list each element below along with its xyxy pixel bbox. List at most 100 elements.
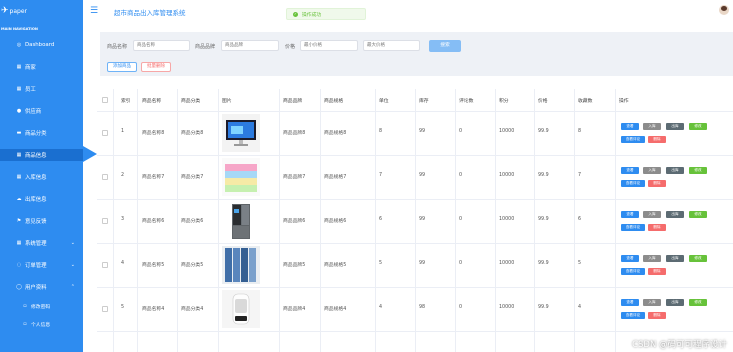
in-button[interactable]: 入库 xyxy=(643,211,661,218)
sidebar-item[interactable]: ▫ 修改密码 xyxy=(0,300,83,312)
cloud-icon: ☁ xyxy=(16,196,22,202)
in-button[interactable]: 入库 xyxy=(643,255,661,262)
sidebar-item-label: 商品分类 xyxy=(25,131,47,137)
cell-brand: 商品品牌8 xyxy=(283,131,306,136)
column-header: 商品规格 xyxy=(324,98,344,104)
cell-stock: 98 xyxy=(419,305,426,310)
view-button[interactable]: 查看 xyxy=(621,299,639,306)
cell-category: 商品分类6 xyxy=(181,219,204,224)
view-button[interactable]: 查看 xyxy=(621,255,639,262)
heater-product-image[interactable] xyxy=(222,290,260,328)
towels-product-image[interactable] xyxy=(222,158,260,196)
brand-input[interactable] xyxy=(221,40,279,51)
out-button[interactable]: 出库 xyxy=(666,255,684,262)
view-button[interactable]: 查看 xyxy=(621,123,639,130)
max-price-input[interactable] xyxy=(363,40,420,51)
cell-comments: 0 xyxy=(459,217,463,222)
cell-index: 4 xyxy=(121,261,125,266)
column-header: 操作 xyxy=(619,98,629,104)
table-row: 1 商品名称8 商品分类8 商品品牌8 商品规格8 8 99 0 10000 99.9 8 查看 入库出… xyxy=(97,112,733,156)
cell-spec: 商品规格5 xyxy=(324,263,347,268)
delete-button[interactable]: 删除 xyxy=(648,136,666,143)
sidebar-item[interactable]: ▦ 系统管理 ⌄ xyxy=(0,237,83,249)
sidebar-item-label: 用户资料 xyxy=(25,285,47,291)
edit-button[interactable]: 修改 xyxy=(689,255,707,262)
edit-button[interactable]: 修改 xyxy=(689,123,707,130)
cell-price: 99.9 xyxy=(538,261,549,266)
sidebar-item[interactable]: ☁ 出库信息 xyxy=(0,193,83,205)
cell-comments: 0 xyxy=(459,129,463,134)
row-checkbox[interactable] xyxy=(102,262,108,268)
logo[interactable]: ✈ paper xyxy=(0,0,83,22)
sidebar-item[interactable]: ◎ Dashboard xyxy=(0,39,83,51)
view-button[interactable]: 查看 xyxy=(621,211,639,218)
sidebar-item[interactable]: ⚑ 意见反馈 xyxy=(0,215,83,227)
jeans-product-image[interactable] xyxy=(222,246,260,284)
in-button[interactable]: 入库 xyxy=(643,123,661,130)
row-checkbox[interactable] xyxy=(102,306,108,312)
min-price-input[interactable] xyxy=(300,40,358,51)
search-button[interactable]: 搜索 xyxy=(429,40,461,52)
delete-button[interactable]: 删除 xyxy=(648,180,666,187)
batch-delete-button[interactable]: 批量删除 xyxy=(141,62,171,72)
row-checkbox[interactable] xyxy=(102,174,108,180)
sidebar-item[interactable]: ● 供应商 xyxy=(0,105,83,117)
sidebar-item[interactable]: ▫ 个人信息 xyxy=(0,318,83,330)
row-checkbox[interactable] xyxy=(102,130,108,136)
column-header: 商品分类 xyxy=(181,98,201,104)
cell-brand: 商品品牌4 xyxy=(283,307,306,312)
row-checkbox[interactable] xyxy=(102,218,108,224)
column-header: 积分 xyxy=(499,98,509,104)
monitor-product-image[interactable] xyxy=(222,114,260,152)
edit-button[interactable]: 修改 xyxy=(689,211,707,218)
name-input[interactable] xyxy=(133,40,190,51)
cell-spec: 商品规格4 xyxy=(324,307,347,312)
user-group-icon: ◯ xyxy=(16,284,22,290)
out-button[interactable]: 出库 xyxy=(666,167,684,174)
filter-panel xyxy=(100,32,733,76)
avatar[interactable] xyxy=(719,5,729,15)
comments-button[interactable]: 查看评论 xyxy=(621,224,645,231)
hamburger-menu-icon[interactable]: ☰ xyxy=(90,6,98,16)
sidebar-item[interactable]: ▦ 入库信息 xyxy=(0,171,83,183)
sidebar-item[interactable]: ▦ 员工 xyxy=(0,83,83,95)
cell-points: 10000 xyxy=(499,305,515,310)
add-product-button[interactable]: 添加商品 xyxy=(107,62,137,72)
comments-button[interactable]: 查看评论 xyxy=(621,180,645,187)
fridge-product-image[interactable] xyxy=(222,202,260,240)
delete-button[interactable]: 删除 xyxy=(648,224,666,231)
out-button[interactable]: 出库 xyxy=(666,299,684,306)
comments-button[interactable]: 查看评论 xyxy=(621,312,645,319)
delete-button[interactable]: 删除 xyxy=(648,268,666,275)
view-button[interactable]: 查看 xyxy=(621,167,639,174)
cell-points: 10000 xyxy=(499,173,515,178)
cell-index: 5 xyxy=(121,305,125,310)
grid-icon: ▦ xyxy=(16,152,22,158)
name-label: 商品名称 xyxy=(107,44,128,50)
sidebar-item-label: 意见反馈 xyxy=(25,219,47,225)
sidebar-item[interactable]: ◌ 订单管理 ⌄ xyxy=(0,259,83,271)
out-button[interactable]: 出库 xyxy=(666,211,684,218)
sidebar-item[interactable]: ◯ 用户资料 ⌃ xyxy=(0,281,83,293)
sidebar-item[interactable]: ▦ 商家 xyxy=(0,61,83,73)
cart-icon: ◌ xyxy=(16,262,22,268)
sidebar: ✈ paper MAIN NAVIGATION ◎ Dashboard ▦ 商家 ▦ 员工… xyxy=(0,0,83,352)
cell-price: 99.9 xyxy=(538,217,549,222)
edit-button[interactable]: 修改 xyxy=(689,299,707,306)
column-header: 收藏数 xyxy=(578,98,593,104)
user-icon: ● xyxy=(16,108,22,114)
out-button[interactable]: 出库 xyxy=(666,123,684,130)
cell-comments: 0 xyxy=(459,305,463,310)
sidebar-item[interactable]: ▦ 商品信息 xyxy=(0,149,83,161)
id-icon: ▫ xyxy=(23,321,27,327)
in-button[interactable]: 入库 xyxy=(643,299,661,306)
edit-button[interactable]: 修改 xyxy=(689,167,707,174)
sidebar-item-label: 个人信息 xyxy=(31,322,51,328)
select-all-checkbox[interactable] xyxy=(102,97,108,103)
cell-name: 商品名称6 xyxy=(142,219,165,224)
comments-button[interactable]: 查看评论 xyxy=(621,136,645,143)
sidebar-item[interactable]: ▬ 商品分类 xyxy=(0,127,83,139)
in-button[interactable]: 入库 xyxy=(643,167,661,174)
delete-button[interactable]: 删除 xyxy=(648,312,666,319)
comments-button[interactable]: 查看评论 xyxy=(621,268,645,275)
